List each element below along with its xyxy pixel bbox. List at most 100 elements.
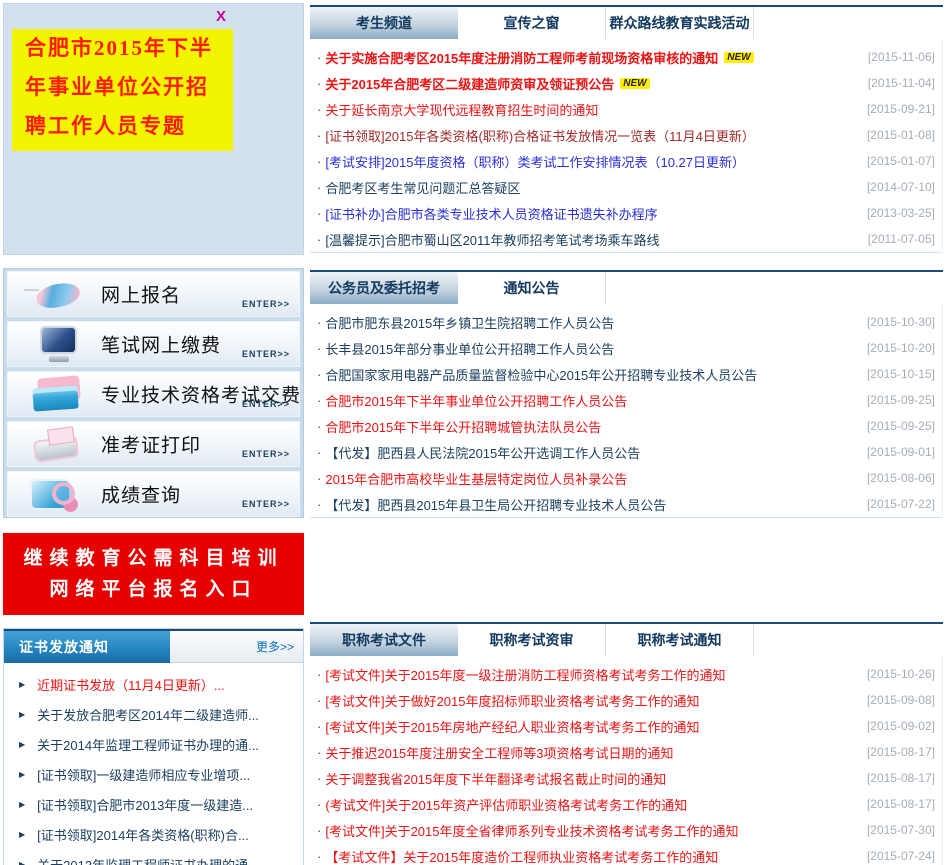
banner-line: 继续教育公需科目培训 (23, 548, 284, 569)
news-title[interactable]: [证书补办]合肥市各类专业技术人员资格证书遗失补办程序 (325, 204, 657, 223)
news-date: [2015-01-08] (866, 128, 935, 142)
arrow-icon: ▶ (19, 799, 26, 809)
list-item[interactable]: ▶ 近期证书发放（11月4日更新）... (4, 669, 303, 699)
news-title[interactable]: [考试文件]关于2015年度一级注册消防工程师资格考试考务工作的通知 (325, 665, 725, 684)
news-date: [2015-08-17] (866, 771, 935, 785)
enter-link[interactable]: ENTER>> (242, 399, 290, 409)
quick-link-button[interactable]: 网上报名 ENTER>> (7, 271, 300, 317)
quick-link-label: 网上报名 (101, 285, 182, 307)
news-item: · [考试文件]关于2015年度一级注册消防工程师资格考试考务工作的通知 [20… (310, 661, 942, 687)
news-title[interactable]: (考试文件]关于2015年资产评估师职业资格考试考务工作的通知 (325, 795, 687, 814)
news-date: [2015-09-02] (866, 719, 935, 733)
enter-link[interactable]: ENTER>> (242, 299, 290, 309)
bullet-icon: · (317, 470, 322, 486)
news-item: · [考试安排]2015年度资格（职称）类考试工作安排情况表（10.27日更新）… (310, 148, 942, 174)
list-item-label[interactable]: [证书领取]合肥市2013年度一级建造... (37, 795, 253, 814)
list-item-label[interactable]: 关于2013年监理工程师证书办理的通... (37, 855, 259, 865)
close-icon[interactable]: X (216, 8, 226, 25)
search-icon (24, 476, 88, 514)
news-title[interactable]: 关于2015年合肥考区二级建造师资审及领证预公告 (325, 74, 614, 93)
quick-link-button[interactable]: 专业技术资格考试交费 ENTER>> (7, 371, 300, 417)
news-title[interactable]: 合肥国家家用电器产品质量监督检验中心2015年公开招聘专业技术人员公告 (325, 365, 757, 384)
news-title[interactable]: 合肥市2015年下半年事业单位公开招聘工作人员公告 (325, 391, 627, 410)
civil-servant-panel: 公务员及委托招考 通知公告 · 合肥市肥东县2015年乡镇卫生院招聘工作人员公告… (310, 270, 943, 518)
list-item[interactable]: ▶ [证书领取]一级建造师相应专业增项... (4, 759, 303, 789)
tab[interactable]: 考生频道 (310, 7, 458, 39)
news-title[interactable]: 2015年合肥市高校毕业生基层特定岗位人员补录公告 (325, 469, 627, 488)
news-item: · [证书领取]2015年各类资格(职称)合格证书发放情况一览表（11月4日更新… (310, 122, 942, 148)
list-item-label[interactable]: 关于2014年监理工程师证书办理的通... (37, 735, 259, 754)
tab[interactable]: 职称考试文件 (310, 624, 458, 656)
quick-link-label: 成绩查询 (101, 485, 182, 507)
enter-link[interactable]: ENTER>> (242, 449, 290, 459)
tab[interactable]: 宣传之窗 (458, 7, 606, 39)
list-item-label[interactable]: 关于发放合肥考区2014年二级建造师... (37, 705, 259, 724)
news-title[interactable]: [考试文件]关于做好2015年度招标师职业资格考试考务工作的通知 (325, 691, 699, 710)
bullet-icon: · (317, 718, 322, 734)
news-title[interactable]: [考试文件]关于2015年房地产经纪人职业资格考试考务工作的通知 (325, 717, 699, 736)
news-title[interactable]: [温馨提示]合肥市蜀山区2011年教师招考笔试考场乘车路线 (325, 230, 659, 249)
news-date: [2015-11-06] (867, 50, 935, 64)
news-title[interactable]: 关于调整我省2015年度下半年翻译考试报名截止时间的通知 (325, 769, 666, 788)
enter-link[interactable]: ENTER>> (242, 349, 290, 359)
news-item: · 关于2015年合肥考区二级建造师资审及领证预公告 NEW [2015-11-… (310, 70, 942, 96)
news-item: · 合肥市肥东县2015年乡镇卫生院招聘工作人员公告 [2015-10-30] (310, 309, 942, 335)
bullet-icon: · (317, 127, 322, 143)
news-title[interactable]: [证书领取]2015年各类资格(职称)合格证书发放情况一览表（11月4日更新） (325, 126, 755, 145)
special-topic-banner[interactable]: 合肥市2015年下半 年事业单位公开招 聘工作人员专题 (12, 29, 233, 151)
news-date: [2015-07-30] (866, 823, 935, 837)
news-title[interactable]: [考试文件]关于2015年度全省律师系列专业技术资格考试考务工作的通知 (325, 821, 738, 840)
tab[interactable]: 群众路线教育实践活动 (606, 7, 754, 39)
bullet-icon: · (317, 366, 322, 382)
certificate-list: ▶ 近期证书发放（11月4日更新）... ▶ 关于发放合肥考区2014年二级建造… (4, 663, 303, 865)
special-topic-panel: X 合肥市2015年下半 年事业单位公开招 聘工作人员专题 (3, 3, 304, 255)
news-date: [2015-08-17] (866, 745, 935, 759)
news-title[interactable]: 合肥市肥东县2015年乡镇卫生院招聘工作人员公告 (325, 313, 614, 332)
news-title[interactable]: 【代发】肥西县2015年县卫生局公开招聘专业技术人员公告 (325, 495, 666, 514)
bullet-icon: · (317, 340, 322, 356)
news-date: [2015-09-25] (866, 393, 935, 407)
list-item-label[interactable]: [证书领取]一级建造师相应专业增项... (37, 765, 250, 784)
enter-link[interactable]: ENTER>> (242, 499, 290, 509)
news-item: · 合肥国家家用电器产品质量监督检验中心2015年公开招聘专业技术人员公告 [2… (310, 361, 942, 387)
bullet-icon: · (317, 770, 322, 786)
tab[interactable]: 职称考试资审 (458, 624, 606, 656)
news-title[interactable]: 合肥市2015年下半年公开招聘城管执法队员公告 (325, 417, 601, 436)
list-item[interactable]: ▶ [证书领取]合肥市2013年度一级建造... (4, 789, 303, 819)
printer-icon (24, 426, 88, 464)
arrow-icon: ▶ (19, 829, 26, 839)
list-item[interactable]: ▶ [证书领取]2014年各类资格(职称)合... (4, 819, 303, 849)
news-title[interactable]: 关于推迟2015年度注册安全工程师等3项资格考试日期的通知 (325, 743, 673, 762)
news-item: · 长丰县2015年部分事业单位公开招聘工作人员公告 [2015-10-20] (310, 335, 942, 361)
news-title[interactable]: 关于实施合肥考区2015年度注册消防工程师考前现场资格审核的通知 (325, 48, 718, 67)
news-title[interactable]: 合肥考区考生常见问题汇总答疑区 (325, 178, 520, 197)
continuing-education-banner[interactable]: 继续教育公需科目培训 网络平台报名入口 (3, 533, 304, 615)
list-item[interactable]: ▶ 关于2014年监理工程师证书办理的通... (4, 729, 303, 759)
tab[interactable]: 职称考试通知 (606, 624, 754, 656)
tab[interactable]: 通知公告 (458, 272, 606, 304)
news-date: [2013-03-25] (866, 206, 935, 220)
quick-link-button[interactable]: 成绩查询 ENTER>> (7, 471, 300, 517)
news-item: · (考试文件]关于2015年资产评估师职业资格考试考务工作的通知 [2015-… (310, 791, 942, 817)
news-title[interactable]: 【代发】肥西县人民法院2015年公开选调工作人员公告 (325, 443, 640, 462)
news-title[interactable]: 关于延长南京大学现代远程教育招生时间的通知 (325, 100, 598, 119)
news-list: · 关于实施合肥考区2015年度注册消防工程师考前现场资格审核的通知 NEW [… (310, 39, 943, 253)
list-item-label[interactable]: [证书领取]2014年各类资格(职称)合... (37, 825, 249, 844)
bullet-icon: · (317, 49, 322, 65)
news-item: · 关于调整我省2015年度下半年翻译考试报名截止时间的通知 [2015-08-… (310, 765, 942, 791)
list-item[interactable]: ▶ 关于2013年监理工程师证书办理的通... (4, 849, 303, 865)
quick-link-button[interactable]: 准考证打印 ENTER>> (7, 421, 300, 467)
list-item[interactable]: ▶ 关于发放合肥考区2014年二级建造师... (4, 699, 303, 729)
news-list: · 合肥市肥东县2015年乡镇卫生院招聘工作人员公告 [2015-10-30] … (310, 304, 943, 518)
list-item-label[interactable]: 近期证书发放（11月4日更新）... (37, 675, 225, 694)
certificate-panel-title: 证书发放通知 (4, 631, 170, 663)
more-link[interactable]: 更多>> (256, 638, 294, 655)
quick-link-button[interactable]: 笔试网上缴费 ENTER>> (7, 321, 300, 367)
news-title[interactable]: [考试安排]2015年度资格（职称）类考试工作安排情况表（10.27日更新） (325, 152, 745, 171)
news-date: [2011-07-05] (867, 232, 935, 246)
candidate-channel-panel: 考生频道 宣传之窗 群众路线教育实践活动 · 关于实施合肥考区2015年度注册消… (310, 5, 943, 253)
news-title[interactable]: 长丰县2015年部分事业单位公开招聘工作人员公告 (325, 339, 614, 358)
news-date: [2015-10-15] (866, 367, 935, 381)
tab[interactable]: 公务员及委托招考 (310, 272, 458, 304)
news-title[interactable]: 【考试文件】关于2015年度造价工程师执业资格考试考务工作的通知 (325, 847, 718, 865)
